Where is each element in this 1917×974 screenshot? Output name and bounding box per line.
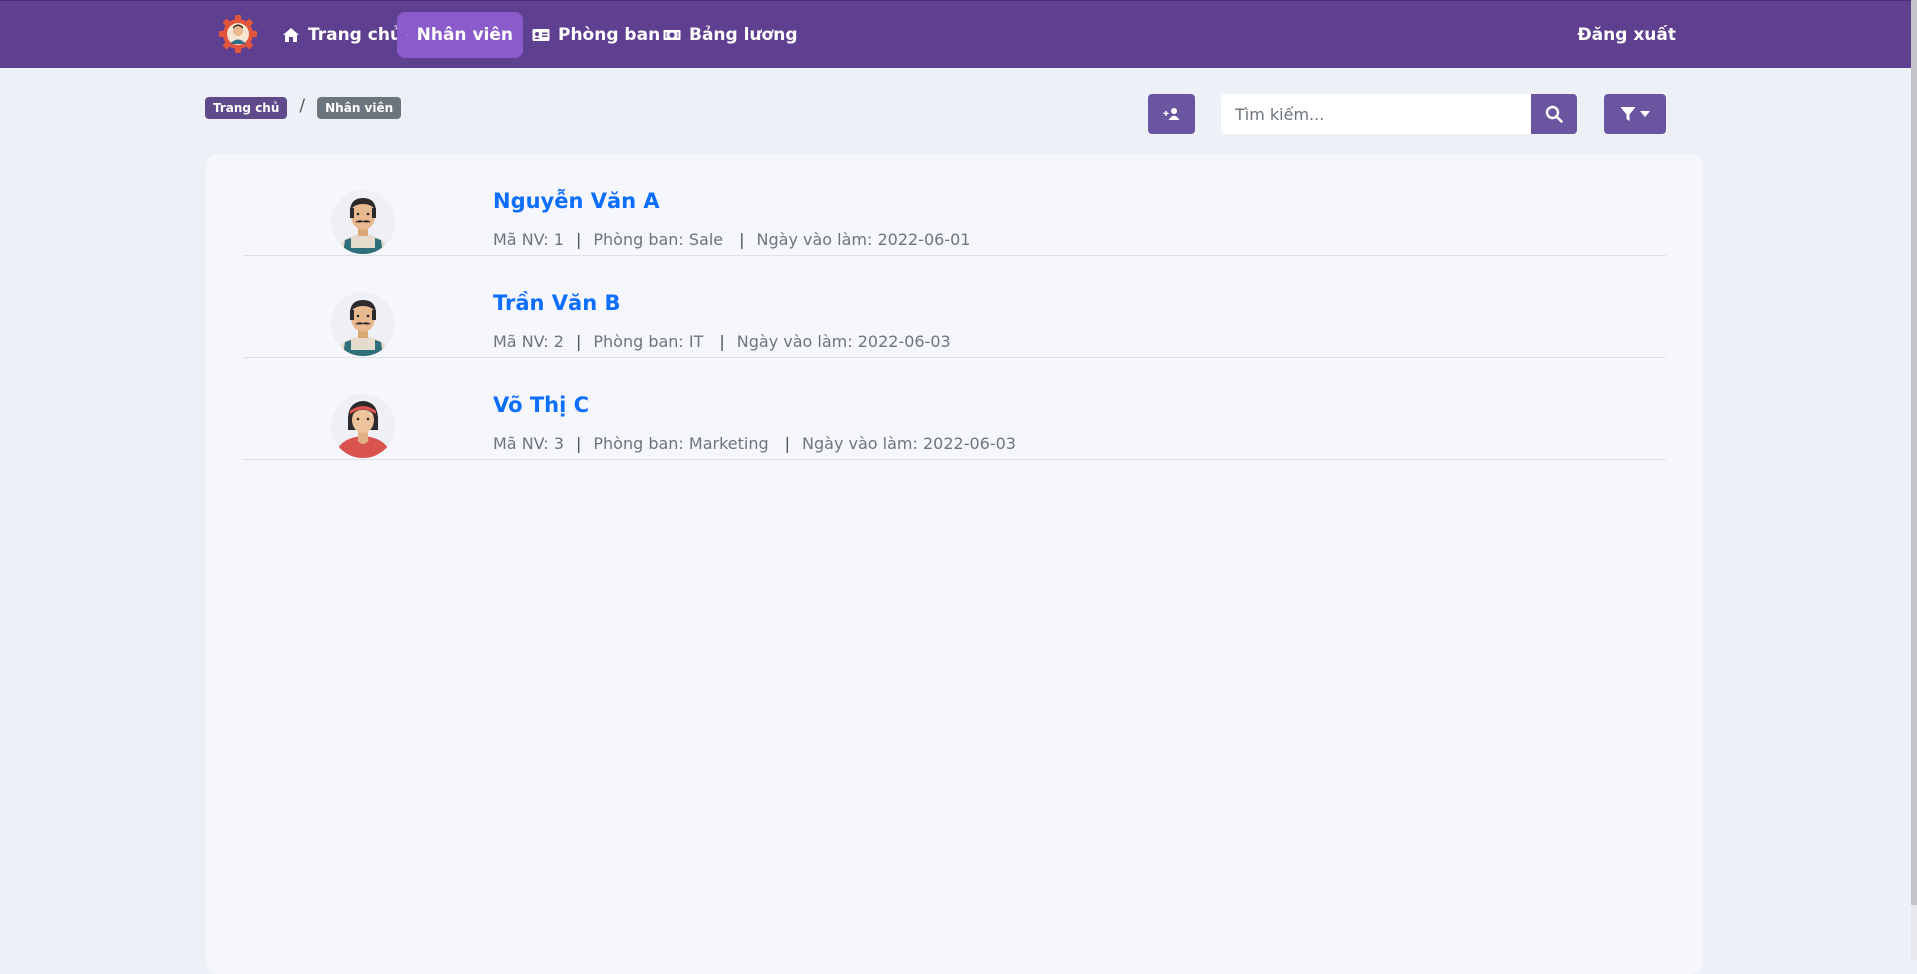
- employee-id: Mã NV: 3: [493, 434, 564, 453]
- employee-start-date: Ngày vào làm: 2022-06-01: [757, 230, 971, 249]
- employee-meta: Mã NV: 2 | Phòng ban: IT | Ngày vào làm:…: [493, 332, 951, 351]
- meta-separator: |: [719, 332, 724, 351]
- user-plus-icon: [1163, 107, 1181, 121]
- employee-department: Phòng ban: Marketing: [593, 434, 768, 453]
- employee-department: Phòng ban: Sale: [593, 230, 723, 249]
- employee-start-date: Ngày vào làm: 2022-06-03: [802, 434, 1016, 453]
- employee-name-link[interactable]: Nguyễn Văn A: [493, 189, 660, 213]
- breadcrumb-current: Nhân viên: [317, 97, 401, 119]
- employee-start-date: Ngày vào làm: 2022-06-03: [737, 332, 951, 351]
- female-avatar: [331, 394, 395, 458]
- employee-name-link[interactable]: Võ Thị C: [493, 393, 589, 417]
- users-icon: [407, 29, 409, 41]
- male-avatar: [331, 190, 395, 254]
- filter-dropdown-button[interactable]: [1604, 94, 1666, 134]
- nav-link-salary[interactable]: Bảng lương: [653, 12, 808, 58]
- nav-link-employees[interactable]: Nhân viên: [397, 12, 523, 58]
- home-icon: [282, 27, 300, 43]
- search-icon: [1545, 105, 1563, 123]
- employee-row: Nguyễn Văn A Mã NV: 1 | Phòng ban: Sale …: [243, 154, 1666, 256]
- employee-row: Võ Thị C Mã NV: 3 | Phòng ban: Marketing…: [243, 358, 1666, 460]
- male-avatar: [331, 292, 395, 356]
- filter-icon: [1620, 106, 1636, 122]
- meta-separator: |: [739, 230, 744, 249]
- employee-department: Phòng ban: IT: [593, 332, 703, 351]
- search-button[interactable]: [1531, 94, 1577, 134]
- employee-id: Mã NV: 2: [493, 332, 564, 351]
- meta-separator: |: [576, 332, 581, 351]
- caret-down-icon: [1640, 111, 1650, 117]
- meta-separator: |: [576, 230, 581, 249]
- id-card-icon: [532, 28, 550, 42]
- nav-link-home[interactable]: Trang chủ: [272, 12, 412, 58]
- add-employee-button[interactable]: [1148, 94, 1195, 134]
- nav-link-home-label: Trang chủ: [308, 25, 402, 45]
- meta-separator: |: [576, 434, 581, 453]
- employee-list-card: Nguyễn Văn A Mã NV: 1 | Phòng ban: Sale …: [205, 154, 1703, 974]
- breadcrumb-separator: /: [299, 96, 305, 116]
- logout-link[interactable]: Đăng xuất: [1577, 12, 1676, 58]
- search-input[interactable]: [1221, 94, 1531, 134]
- page-scrollbar-thumb[interactable]: [1911, 0, 1917, 905]
- employee-meta: Mã NV: 3 | Phòng ban: Marketing | Ngày v…: [493, 434, 1016, 453]
- breadcrumb-home[interactable]: Trang chủ: [205, 97, 287, 119]
- nav-link-employees-label: Nhân viên: [417, 25, 513, 45]
- gear-person-logo[interactable]: [218, 14, 258, 54]
- nav-link-departments-label: Phòng ban: [558, 25, 660, 45]
- top-navbar: Trang chủ Nhân viên Phòng ban Bả: [0, 0, 1911, 68]
- nav-link-salary-label: Bảng lương: [689, 25, 798, 45]
- employee-name-link[interactable]: Trần Văn B: [493, 291, 621, 315]
- meta-separator: |: [785, 434, 790, 453]
- money-bill-icon: [663, 29, 681, 41]
- breadcrumb: Trang chủ / Nhân viên: [205, 97, 401, 119]
- nav-link-departments[interactable]: Phòng ban: [522, 12, 670, 58]
- employee-row: Trần Văn B Mã NV: 2 | Phòng ban: IT | Ng…: [243, 256, 1666, 358]
- employee-meta: Mã NV: 1 | Phòng ban: Sale | Ngày vào là…: [493, 230, 970, 249]
- page-scrollbar[interactable]: [1911, 0, 1917, 960]
- employee-id: Mã NV: 1: [493, 230, 564, 249]
